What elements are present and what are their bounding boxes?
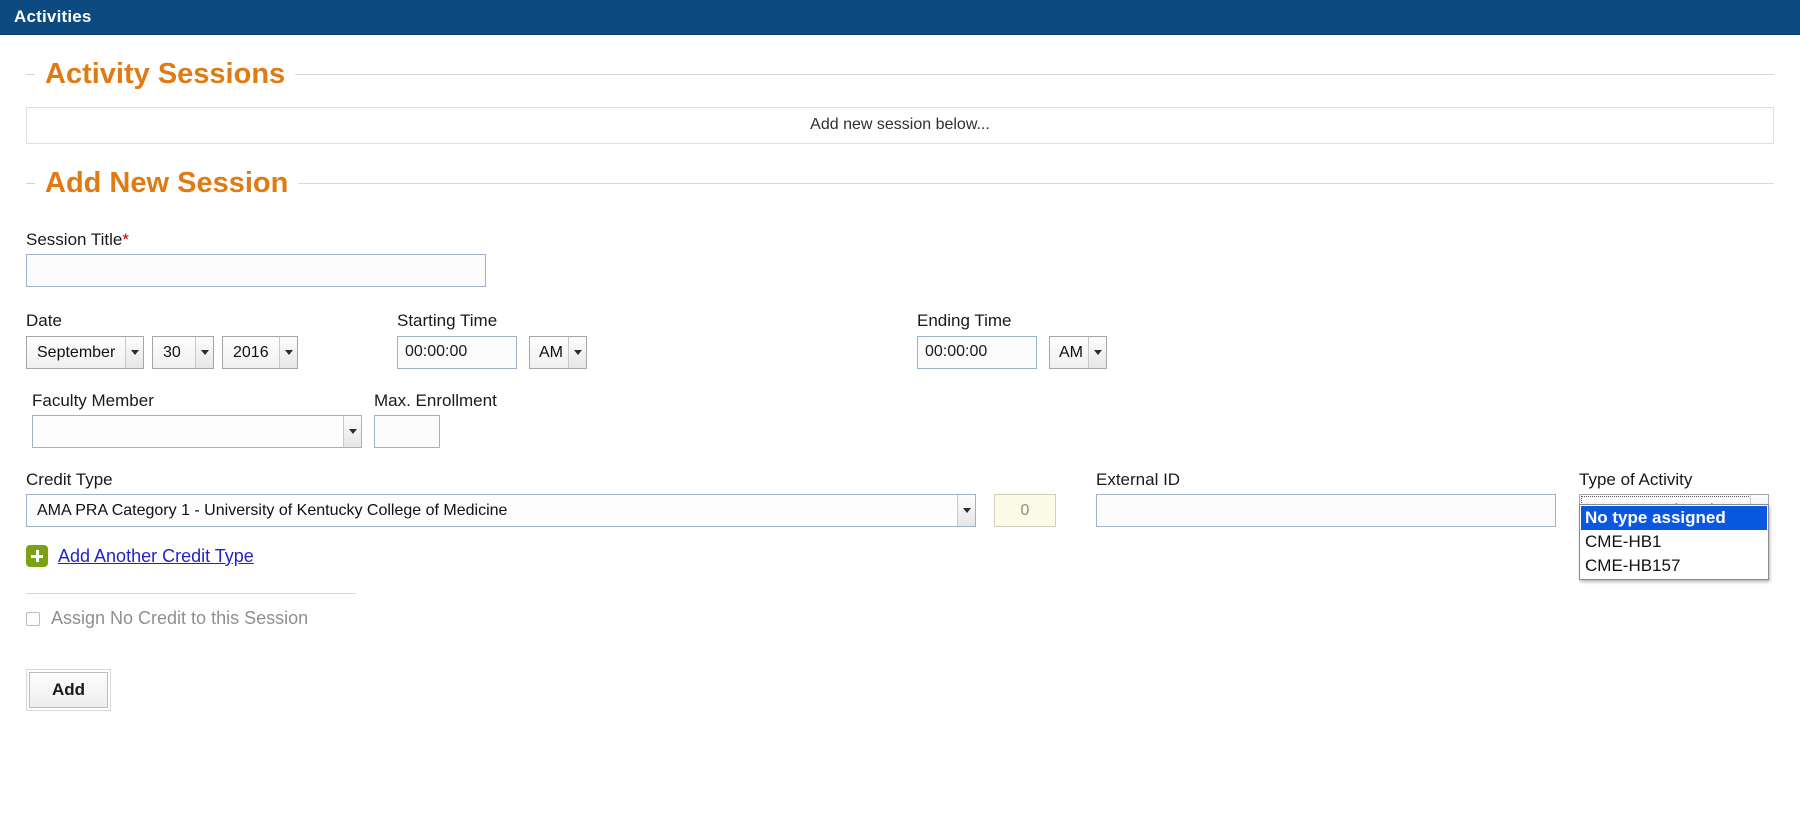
chevron-down-icon xyxy=(568,336,586,368)
assign-no-credit-label: Assign No Credit to this Session xyxy=(51,608,309,629)
credit-type-group: Credit Type AMA PRA Category 1 - Univers… xyxy=(26,469,1056,528)
max-enrollment-input[interactable] xyxy=(374,414,440,448)
starting-time-meridiem-select[interactable]: AM xyxy=(529,335,587,369)
ending-time-input[interactable] xyxy=(917,335,1037,369)
external-id-group: External ID xyxy=(1096,469,1556,528)
ending-time-label: Ending Time xyxy=(917,311,1012,331)
app-header-bar: Activities xyxy=(0,0,1800,35)
chevron-down-icon xyxy=(195,336,213,368)
chevron-down-icon xyxy=(125,336,143,368)
rule-left xyxy=(26,74,35,76)
section-header-activity-sessions: Activity Sessions xyxy=(26,58,1774,91)
chevron-down-icon xyxy=(279,336,297,368)
assign-no-credit-checkbox[interactable] xyxy=(26,611,40,626)
chevron-down-icon xyxy=(957,495,975,527)
faculty-member-value xyxy=(33,416,361,447)
add-another-credit-type-link[interactable]: Add Another Credit Type xyxy=(58,546,254,567)
starting-time-group: Starting Time AM xyxy=(397,311,587,369)
max-enrollment-label: Max. Enrollment xyxy=(374,390,497,410)
credit-type-select[interactable]: AMA PRA Category 1 - University of Kentu… xyxy=(26,494,976,528)
session-title-input[interactable] xyxy=(26,254,486,288)
external-id-label: External ID xyxy=(1096,469,1181,489)
assign-no-credit-row[interactable]: Assign No Credit to this Session xyxy=(26,608,1774,629)
session-title-group: Session Title* xyxy=(26,230,1774,288)
credit-type-label: Credit Type xyxy=(26,469,113,489)
type-of-activity-dropdown-list[interactable]: No type assigned CME-HB1 CME-HB157 xyxy=(1579,503,1769,580)
rule-right xyxy=(295,74,1774,76)
credit-type-value: AMA PRA Category 1 - University of Kentu… xyxy=(37,502,508,520)
starting-time-input[interactable] xyxy=(397,335,517,369)
max-enrollment-group: Max. Enrollment xyxy=(374,391,497,448)
plus-icon xyxy=(26,545,48,568)
ending-time-group: Ending Time AM xyxy=(917,311,1107,369)
credit-external-type-row: Credit Type AMA PRA Category 1 - Univers… xyxy=(26,469,1774,580)
ending-time-controls: AM xyxy=(917,335,1107,369)
ending-time-meridiem-select[interactable]: AM xyxy=(1049,335,1107,369)
faculty-enrollment-row: Faculty Member Max. Enrollment xyxy=(26,391,1774,448)
date-day-select[interactable]: 30 xyxy=(152,335,214,369)
faculty-member-label: Faculty Member xyxy=(32,390,154,410)
session-title-label: Session Title* xyxy=(26,230,1774,250)
notice-text: Add new session below... xyxy=(810,116,990,134)
add-new-session-notice: Add new session below... xyxy=(26,106,1774,144)
starting-time-controls: AM xyxy=(397,335,587,369)
faculty-member-select[interactable] xyxy=(32,414,362,448)
add-button-label[interactable]: Add xyxy=(29,672,109,709)
add-another-credit-type-row[interactable]: Add Another Credit Type xyxy=(26,545,1774,568)
credit-type-controls: AMA PRA Category 1 - University of Kentu… xyxy=(26,494,1056,528)
date-time-row: Date September 30 2016 Starting Time 00:… xyxy=(26,311,1774,369)
rule-left xyxy=(26,183,35,185)
session-title-label-text: Session Title xyxy=(26,229,123,249)
credit-amount-field: 0 xyxy=(994,494,1056,528)
faculty-member-group: Faculty Member xyxy=(32,391,362,448)
date-selects: September 30 2016 xyxy=(26,335,298,369)
date-year-select[interactable]: 2016 xyxy=(222,335,298,369)
page-content: Activity Sessions Add new session below.… xyxy=(0,58,1800,712)
external-id-input[interactable] xyxy=(1096,494,1556,528)
app-title: Activities xyxy=(14,7,92,26)
dropdown-option-no-type-assigned[interactable]: No type assigned xyxy=(1581,505,1767,530)
date-month-select[interactable]: September xyxy=(26,335,144,369)
chevron-down-icon xyxy=(1088,336,1106,368)
dropdown-option-cme-hb1[interactable]: CME-HB1 xyxy=(1581,530,1767,554)
section-title-add-new-session: Add New Session xyxy=(45,166,289,199)
type-of-activity-label: Type of Activity xyxy=(1579,469,1693,489)
date-group: Date September 30 2016 xyxy=(26,311,298,369)
section-divider xyxy=(26,593,356,595)
rule-right xyxy=(298,183,1774,185)
section-title-activity-sessions: Activity Sessions xyxy=(45,58,286,90)
required-asterisk: * xyxy=(122,229,130,249)
add-button[interactable]: Add xyxy=(26,669,112,712)
chevron-down-icon xyxy=(343,415,361,447)
starting-time-label: Starting Time xyxy=(397,311,498,331)
section-header-add-new-session: Add New Session xyxy=(26,166,1774,200)
type-of-activity-group: Type of Activity No type assigned No typ… xyxy=(1579,469,1769,580)
date-label: Date xyxy=(26,311,62,331)
dropdown-option-cme-hb157[interactable]: CME-HB157 xyxy=(1581,554,1767,578)
add-new-session-form: Session Title* Date September 30 2016 St… xyxy=(26,230,1774,712)
